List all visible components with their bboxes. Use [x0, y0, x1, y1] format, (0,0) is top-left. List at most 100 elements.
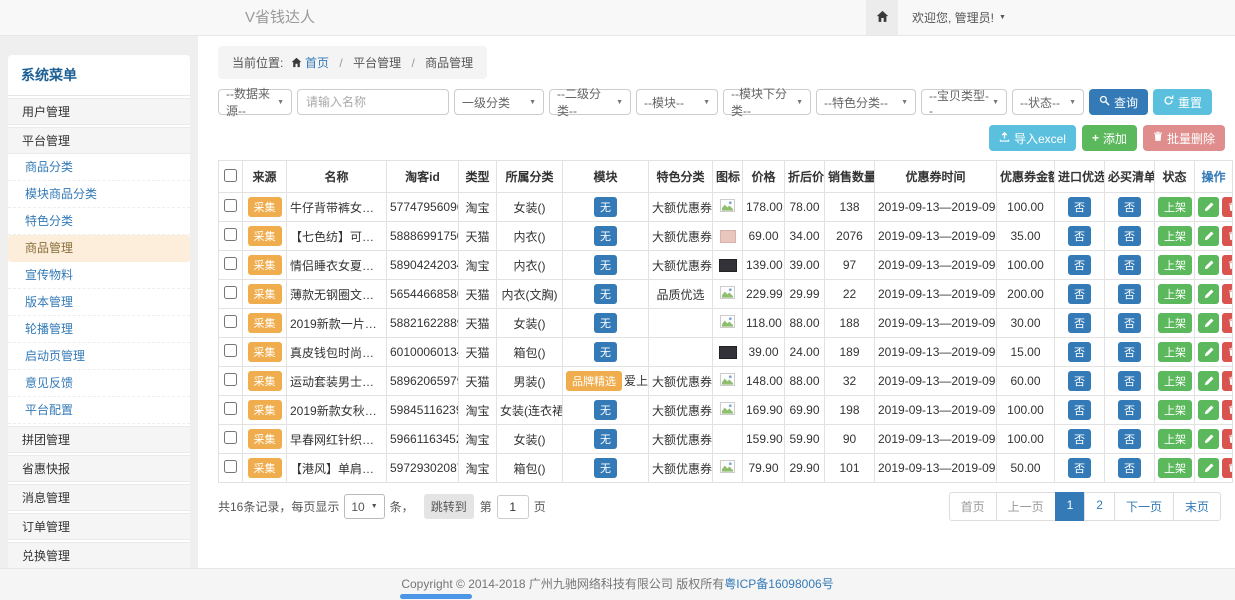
- sidebar-item-9[interactable]: 启动页管理: [8, 343, 190, 370]
- batch-delete-button[interactable]: 批量删除: [1143, 125, 1225, 151]
- status-button[interactable]: 上架: [1158, 313, 1192, 333]
- status-button[interactable]: 上架: [1158, 197, 1192, 217]
- import-toggle[interactable]: 否: [1068, 458, 1091, 478]
- row-checkbox[interactable]: [224, 199, 237, 212]
- row-checkbox[interactable]: [224, 431, 237, 444]
- must-buy-toggle[interactable]: 否: [1118, 342, 1141, 362]
- status-button[interactable]: 上架: [1158, 342, 1192, 362]
- import-toggle[interactable]: 否: [1068, 255, 1091, 275]
- user-menu[interactable]: 欢迎您, 管理员! ▼: [912, 9, 1006, 26]
- must-buy-toggle[interactable]: 否: [1118, 371, 1141, 391]
- delete-button[interactable]: [1222, 458, 1233, 478]
- row-checkbox[interactable]: [224, 402, 237, 415]
- status-button[interactable]: 上架: [1158, 226, 1192, 246]
- icp-link[interactable]: 粤ICP备16098006号: [724, 577, 833, 591]
- row-checkbox[interactable]: [224, 344, 237, 357]
- pager-button-2[interactable]: 1: [1055, 492, 1086, 521]
- delete-button[interactable]: [1222, 197, 1233, 217]
- import-toggle[interactable]: 否: [1068, 429, 1091, 449]
- delete-button[interactable]: [1222, 371, 1233, 391]
- edit-button[interactable]: [1198, 284, 1219, 304]
- import-toggle[interactable]: 否: [1068, 371, 1091, 391]
- pager-button-5[interactable]: 末页: [1173, 492, 1221, 521]
- status-button[interactable]: 上架: [1158, 284, 1192, 304]
- delete-button[interactable]: [1222, 429, 1233, 449]
- sidebar-item-10[interactable]: 意见反馈: [8, 370, 190, 397]
- row-checkbox[interactable]: [224, 228, 237, 241]
- must-buy-toggle[interactable]: 否: [1118, 400, 1141, 420]
- page-number-input[interactable]: [497, 495, 529, 519]
- jump-button[interactable]: 跳转到: [424, 494, 474, 519]
- row-checkbox[interactable]: [224, 373, 237, 386]
- filter-data-source-select[interactable]: --数据来源--▼: [218, 89, 292, 115]
- edit-button[interactable]: [1198, 313, 1219, 333]
- filter-feature-select[interactable]: --特色分类--▼: [816, 89, 916, 115]
- sidebar-item-4[interactable]: 特色分类: [8, 208, 190, 235]
- import-toggle[interactable]: 否: [1068, 400, 1091, 420]
- sidebar-item-0[interactable]: 用户管理: [8, 98, 190, 125]
- delete-button[interactable]: [1222, 313, 1233, 333]
- reset-button[interactable]: 重置: [1153, 89, 1212, 115]
- name-search-input[interactable]: [297, 89, 449, 115]
- sidebar-item-7[interactable]: 版本管理: [8, 289, 190, 316]
- must-buy-toggle[interactable]: 否: [1118, 313, 1141, 333]
- edit-button[interactable]: [1198, 458, 1219, 478]
- search-button[interactable]: 查询: [1089, 89, 1148, 115]
- import-excel-button[interactable]: 导入excel: [989, 125, 1076, 151]
- edit-button[interactable]: [1198, 255, 1219, 275]
- sidebar-item-8[interactable]: 轮播管理: [8, 316, 190, 343]
- import-toggle[interactable]: 否: [1068, 342, 1091, 362]
- add-button[interactable]: + 添加: [1082, 125, 1137, 151]
- filter-module-select[interactable]: --模块--▼: [636, 89, 718, 115]
- sidebar-item-13[interactable]: 省惠快报: [8, 455, 190, 482]
- status-button[interactable]: 上架: [1158, 458, 1192, 478]
- filter-category1-select[interactable]: 一级分类▼: [454, 89, 544, 115]
- delete-button[interactable]: [1222, 342, 1233, 362]
- must-buy-toggle[interactable]: 否: [1118, 284, 1141, 304]
- status-button[interactable]: 上架: [1158, 371, 1192, 391]
- sidebar-item-3[interactable]: 模块商品分类: [8, 181, 190, 208]
- sidebar-item-12[interactable]: 拼团管理: [8, 426, 190, 453]
- edit-button[interactable]: [1198, 197, 1219, 217]
- filter-module-sub-select[interactable]: --模块下分类--▼: [723, 89, 811, 115]
- row-checkbox[interactable]: [224, 257, 237, 270]
- select-all-checkbox[interactable]: [224, 169, 237, 182]
- delete-button[interactable]: [1222, 226, 1233, 246]
- filter-category2-select[interactable]: --二级分类--▼: [549, 89, 631, 115]
- edit-button[interactable]: [1198, 429, 1219, 449]
- must-buy-toggle[interactable]: 否: [1118, 458, 1141, 478]
- import-toggle[interactable]: 否: [1068, 226, 1091, 246]
- filter-item-type-select[interactable]: --宝贝类型--▼: [921, 89, 1007, 115]
- delete-button[interactable]: [1222, 284, 1233, 304]
- sidebar-item-11[interactable]: 平台配置: [8, 397, 190, 424]
- row-checkbox[interactable]: [224, 460, 237, 473]
- must-buy-toggle[interactable]: 否: [1118, 255, 1141, 275]
- pager-button-1[interactable]: 上一页: [996, 492, 1056, 521]
- edit-button[interactable]: [1198, 400, 1219, 420]
- breadcrumb-home-link[interactable]: 首页: [305, 56, 329, 70]
- import-toggle[interactable]: 否: [1068, 313, 1091, 333]
- pager-button-0[interactable]: 首页: [949, 492, 997, 521]
- status-button[interactable]: 上架: [1158, 429, 1192, 449]
- horizontal-scrollbar[interactable]: [400, 594, 472, 599]
- delete-button[interactable]: [1222, 400, 1233, 420]
- sidebar-item-5[interactable]: 商品管理: [8, 235, 190, 262]
- status-button[interactable]: 上架: [1158, 255, 1192, 275]
- must-buy-toggle[interactable]: 否: [1118, 197, 1141, 217]
- import-toggle[interactable]: 否: [1068, 284, 1091, 304]
- home-button[interactable]: [866, 0, 898, 35]
- status-button[interactable]: 上架: [1158, 400, 1192, 420]
- must-buy-toggle[interactable]: 否: [1118, 429, 1141, 449]
- filter-status-select[interactable]: --状态--▼: [1012, 89, 1084, 115]
- sidebar-item-6[interactable]: 宣传物料: [8, 262, 190, 289]
- edit-button[interactable]: [1198, 371, 1219, 391]
- pager-button-3[interactable]: 2: [1084, 492, 1115, 521]
- import-toggle[interactable]: 否: [1068, 197, 1091, 217]
- pager-button-4[interactable]: 下一页: [1114, 492, 1174, 521]
- sidebar-item-1[interactable]: 平台管理: [8, 127, 190, 154]
- row-checkbox[interactable]: [224, 286, 237, 299]
- delete-button[interactable]: [1222, 255, 1233, 275]
- must-buy-toggle[interactable]: 否: [1118, 226, 1141, 246]
- edit-button[interactable]: [1198, 226, 1219, 246]
- sidebar-item-2[interactable]: 商品分类: [8, 154, 190, 181]
